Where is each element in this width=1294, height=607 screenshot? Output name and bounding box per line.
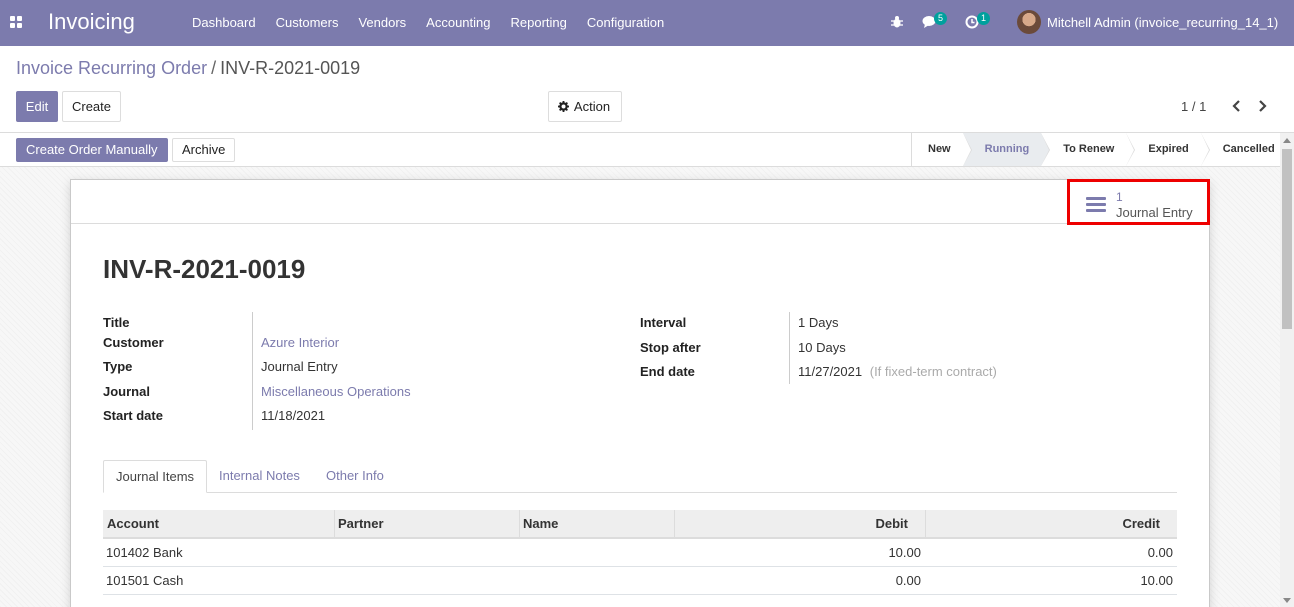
action-button-label: Action — [573, 99, 611, 114]
breadcrumb-parent-link[interactable]: Invoice Recurring Order — [16, 58, 207, 78]
pager-previous-icon[interactable] — [1228, 96, 1244, 116]
edit-button[interactable]: Edit — [16, 91, 58, 122]
field-label-end-date: End date — [640, 364, 695, 379]
column-header-debit[interactable]: Debit — [678, 510, 909, 537]
scroll-up-arrow-icon[interactable] — [1283, 138, 1291, 143]
stage-expired[interactable]: Expired — [1126, 133, 1210, 166]
user-avatar — [1017, 10, 1041, 34]
main-menu: Dashboard Customers Vendors Accounting R… — [182, 0, 674, 46]
breadcrumb-current: INV-R-2021-0019 — [220, 58, 361, 78]
smart-button-count: 1 — [1116, 190, 1123, 204]
menu-item-accounting[interactable]: Accounting — [416, 0, 500, 46]
form-sheet: 1 Journal Entry INV-R-2021-0019 Title Cu… — [70, 179, 1210, 607]
breadcrumb-separator: / — [211, 58, 217, 78]
pager-value[interactable]: 1 / 1 — [1181, 99, 1206, 114]
activity-badge: 1 — [977, 12, 990, 25]
tab-journal-items[interactable]: Journal Items — [103, 460, 208, 493]
menu-item-vendors[interactable]: Vendors — [348, 0, 416, 46]
end-date-value: 11/27/2021 — [798, 364, 863, 379]
gear-icon — [558, 101, 569, 112]
top-navbar: Invoicing Dashboard Customers Vendors Ac… — [0, 0, 1294, 46]
stage-new[interactable]: New — [912, 133, 972, 166]
page-scrollbar[interactable] — [1280, 133, 1294, 607]
column-separator — [519, 510, 520, 537]
field-label-interval: Interval — [640, 315, 687, 330]
field-value-start-date[interactable]: 11/18/2021 — [261, 408, 325, 423]
column-header-name[interactable]: Name — [523, 510, 558, 537]
field-value-stop-after[interactable]: 10 Days — [798, 340, 846, 355]
field-label-title: Title — [103, 315, 130, 330]
smart-button-box: 1 Journal Entry — [71, 179, 1210, 225]
table-row[interactable]: 101402 Bank 10.00 0.00 — [103, 539, 1177, 567]
breadcrumb: Invoice Recurring Order / INV-R-2021-0019 — [16, 58, 360, 79]
journal-entry-smart-button[interactable]: 1 Journal Entry — [1067, 179, 1210, 225]
column-header-account[interactable]: Account — [107, 510, 159, 537]
column-separator — [925, 510, 926, 537]
field-label-journal: Journal — [103, 384, 150, 399]
create-order-manually-button[interactable]: Create Order Manually — [16, 138, 168, 162]
stage-to-renew[interactable]: To Renew — [1041, 133, 1136, 166]
journal-items-table-header: Account Partner Name Debit Credit — [103, 510, 1177, 539]
scroll-down-arrow-icon[interactable] — [1283, 598, 1291, 603]
pager-next-icon[interactable] — [1255, 96, 1271, 116]
messages-badge: 5 — [934, 12, 947, 25]
apps-menu-icon[interactable] — [10, 16, 23, 29]
field-value-title[interactable] — [261, 315, 561, 331]
field-value-journal[interactable]: Miscellaneous Operations — [261, 384, 411, 399]
debug-bug-icon[interactable] — [890, 15, 904, 29]
notebook-tabs: Journal Items Internal Notes Other Info — [103, 460, 1177, 493]
column-separator — [674, 510, 675, 537]
column-header-credit[interactable]: Credit — [929, 510, 1160, 537]
record-title: INV-R-2021-0019 — [103, 254, 306, 284]
user-name: Mitchell Admin (invoice_recurring_14_1) — [1047, 14, 1279, 30]
cell-account: 101501 Cash — [106, 573, 184, 588]
stage-running[interactable]: Running — [962, 133, 1051, 166]
menu-item-reporting[interactable]: Reporting — [501, 0, 577, 46]
status-bar: Create Order Manually Archive New Runnin… — [0, 132, 1294, 167]
stage-pipeline: New Running To Renew Expired Cancelled — [911, 133, 1291, 166]
field-label-customer: Customer — [103, 335, 164, 350]
action-button[interactable]: Action — [548, 91, 622, 122]
field-label-stop-after: Stop after — [640, 340, 701, 355]
field-value-end-date[interactable]: 11/27/2021 (If fixed-term contract) — [798, 364, 997, 379]
field-value-interval[interactable]: 1 Days — [798, 315, 838, 330]
cell-debit: 0.00 — [895, 573, 921, 588]
field-label-type: Type — [103, 359, 133, 374]
menu-item-customers[interactable]: Customers — [266, 0, 349, 46]
table-row[interactable]: 101501 Cash 0.00 10.00 — [103, 567, 1177, 595]
end-date-hint: (If fixed-term contract) — [869, 364, 997, 379]
archive-button[interactable]: Archive — [172, 138, 236, 162]
cell-debit: 10.00 — [888, 545, 921, 560]
right-group-divider — [789, 312, 790, 384]
menu-item-dashboard[interactable]: Dashboard — [182, 0, 266, 46]
column-separator — [334, 510, 335, 537]
create-button[interactable]: Create — [62, 91, 121, 122]
tab-internal-notes[interactable]: Internal Notes — [207, 460, 312, 493]
stage-cancelled[interactable]: Cancelled — [1201, 133, 1291, 166]
left-group-divider — [252, 312, 253, 430]
column-header-partner[interactable]: Partner — [338, 510, 384, 537]
menu-item-configuration[interactable]: Configuration — [577, 0, 674, 46]
tab-other-info[interactable]: Other Info — [314, 460, 396, 493]
field-label-start-date: Start date — [103, 408, 163, 423]
smart-button-label: Journal Entry — [1116, 205, 1193, 220]
cell-credit: 0.00 — [1147, 545, 1173, 560]
list-bars-icon — [1086, 197, 1106, 213]
cell-account: 101402 Bank — [106, 545, 183, 560]
field-value-customer[interactable]: Azure Interior — [261, 335, 339, 350]
app-brand[interactable]: Invoicing — [48, 9, 135, 35]
user-menu[interactable]: Mitchell Admin (invoice_recurring_14_1) — [1017, 10, 1278, 34]
field-value-type[interactable]: Journal Entry — [261, 359, 338, 374]
cell-credit: 10.00 — [1140, 573, 1173, 588]
scrollbar-thumb[interactable] — [1282, 149, 1292, 329]
